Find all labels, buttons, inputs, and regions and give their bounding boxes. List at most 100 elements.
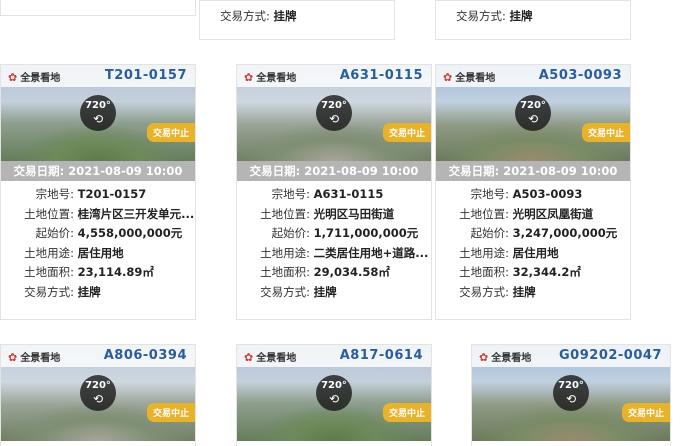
- parcel-no-value: T201-0157: [77, 187, 147, 201]
- rotate-icon: ⟲: [92, 392, 104, 406]
- card-info: 宗地号: A631-0115 土地位置: 光明区马田街道 起始价: 1,711,…: [237, 181, 431, 304]
- pano-degree-label: 720°: [85, 380, 111, 391]
- brand-name: 全景看地: [455, 73, 496, 84]
- brand-name: 全景看地: [256, 353, 297, 364]
- brand-icon: ✿: [244, 71, 254, 84]
- parcel-code-title: A631-0115: [339, 68, 423, 83]
- land-area-value: 23,114.89㎡: [77, 265, 154, 279]
- panorama-thumbnail[interactable]: ✿ 全景看地 A817-0614 720° ⟲ 交易中止: [237, 345, 431, 441]
- parcel-no-label: 宗地号:: [470, 187, 509, 201]
- trade-method-value: 挂牌: [273, 9, 297, 23]
- trade-date-bar: 交易日期: 2021-08-09 10:00: [436, 161, 630, 181]
- status-badge: 交易中止: [146, 403, 195, 422]
- listing-card[interactable]: ✿ 全景看地 A806-0394 720° ⟲ 交易中止: [0, 344, 196, 446]
- pano-degree-label: 720°: [558, 380, 584, 391]
- parcel-code-title: A817-0614: [339, 348, 423, 363]
- status-badge: 交易中止: [581, 123, 630, 142]
- location-value: 桂湾片区三开发单元...: [77, 206, 195, 221]
- listing-card[interactable]: ✿ 全景看地 T201-0157 720° ⟲ 交易中止 交易日期: 2021-0…: [0, 64, 196, 320]
- brand-name: 全景看地: [20, 73, 61, 84]
- brand-name: 全景看地: [491, 353, 532, 364]
- brand-icon: ✿: [8, 71, 18, 84]
- trade-date-bar: 交易日期: 2021-08-09 10:00: [1, 161, 195, 181]
- listing-card[interactable]: ✿ 全景看地 G09202-0047 720° ⟲ 交易中止: [471, 344, 671, 446]
- brand-icon: ✿: [479, 351, 489, 364]
- panorama-720-button[interactable]: 720° ⟲: [80, 375, 116, 411]
- rotate-icon: ⟲: [92, 112, 104, 126]
- trade-method-label: 交易方式:: [220, 9, 270, 23]
- thumbnail-header: ✿ 全景看地 A817-0614: [237, 345, 431, 367]
- start-price-label: 起始价:: [470, 226, 509, 240]
- trade-method-label: 交易方式:: [24, 284, 74, 299]
- status-badge: 交易中止: [382, 123, 431, 142]
- trade-method-label: 交易方式:: [260, 284, 310, 299]
- land-use-value: 居住用地: [77, 245, 124, 260]
- panorama-720-button[interactable]: 720° ⟲: [80, 95, 116, 131]
- thumbnail-header: ✿ 全景看地 T201-0157: [1, 65, 195, 87]
- panorama-thumbnail[interactable]: ✿ 全景看地 A806-0394 720° ⟲ 交易中止: [1, 345, 195, 441]
- panorama-720-button[interactable]: 720° ⟲: [515, 95, 551, 131]
- thumbnail-header: ✿ 全景看地 A806-0394: [1, 345, 195, 367]
- thumbnail-header: ✿ 全景看地 A503-0093: [436, 65, 630, 87]
- panorama-720-button[interactable]: 720° ⟲: [316, 375, 352, 411]
- brand-icon: ✿: [443, 71, 453, 84]
- location-value: 光明区凤凰街道: [512, 206, 594, 221]
- parcel-no-value: A631-0115: [313, 187, 384, 201]
- trade-method-value: 挂牌: [512, 284, 536, 299]
- rotate-icon: ⟲: [565, 392, 577, 406]
- card-info: 宗地号: T201-0157 土地位置: 桂湾片区三开发单元... 起始价: 4…: [1, 181, 195, 304]
- parcel-no-label: 宗地号:: [35, 187, 74, 201]
- panorama-thumbnail[interactable]: ✿ 全景看地 A631-0115 720° ⟲ 交易中止: [237, 65, 431, 161]
- listing-card-stub[interactable]: 交易方式: 挂牌: [199, 0, 395, 40]
- panorama-thumbnail[interactable]: ✿ 全景看地 A503-0093 720° ⟲ 交易中止: [436, 65, 630, 161]
- trade-method-value: 挂牌: [77, 284, 101, 299]
- panorama-720-button[interactable]: 720° ⟲: [553, 375, 589, 411]
- start-price-label: 起始价:: [35, 226, 74, 240]
- brand-icon: ✿: [8, 351, 18, 364]
- location-label: 土地位置:: [459, 206, 509, 221]
- status-badge: 交易中止: [146, 123, 195, 142]
- status-badge: 交易中止: [621, 403, 670, 422]
- land-use-value: 居住用地: [512, 245, 559, 260]
- trade-method-label: 交易方式:: [459, 284, 509, 299]
- panorama-thumbnail[interactable]: ✿ 全景看地 G09202-0047 720° ⟲ 交易中止: [472, 345, 670, 441]
- parcel-code-title: G09202-0047: [559, 348, 662, 363]
- listing-card[interactable]: ✿ 全景看地 A631-0115 720° ⟲ 交易中止 交易日期: 2021-0…: [236, 64, 432, 320]
- land-area-value: 32,344.2㎡: [512, 265, 581, 279]
- location-value: 光明区马田街道: [313, 206, 395, 221]
- panorama-720-button[interactable]: 720° ⟲: [316, 95, 352, 131]
- pano-degree-label: 720°: [520, 100, 546, 111]
- land-area-label: 土地面积:: [24, 265, 74, 279]
- thumbnail-header: ✿ 全景看地 A631-0115: [237, 65, 431, 87]
- land-area-value: 29,034.58㎡: [313, 265, 390, 279]
- listing-card-stub[interactable]: 交易方式: 挂牌: [435, 0, 631, 40]
- rotate-icon: ⟲: [527, 112, 539, 126]
- card-info: 宗地号: A503-0093 土地位置: 光明区凤凰街道 起始价: 3,247,…: [436, 181, 630, 304]
- land-use-label: 土地用途:: [260, 245, 310, 260]
- brand-logo: ✿ 全景看地: [8, 69, 60, 84]
- listing-card[interactable]: ✿ 全景看地 A817-0614 720° ⟲ 交易中止: [236, 344, 432, 446]
- trade-method-value: 挂牌: [509, 9, 533, 23]
- brand-logo: ✿ 全景看地: [443, 69, 495, 84]
- pano-degree-label: 720°: [321, 380, 347, 391]
- brand-logo: ✿ 全景看地: [8, 349, 60, 364]
- start-price-value: 3,247,000,000元: [512, 226, 618, 240]
- brand-logo: ✿ 全景看地: [244, 69, 296, 84]
- pano-degree-label: 720°: [321, 100, 347, 111]
- parcel-code-title: A503-0093: [538, 68, 622, 83]
- rotate-icon: ⟲: [328, 112, 340, 126]
- brand-logo: ✿ 全景看地: [479, 349, 531, 364]
- land-use-value: 二类居住用地+道路...: [313, 245, 429, 260]
- panorama-thumbnail[interactable]: ✿ 全景看地 T201-0157 720° ⟲ 交易中止: [1, 65, 195, 161]
- listing-card-stub[interactable]: [0, 0, 196, 16]
- start-price-value: 4,558,000,000元: [77, 226, 183, 240]
- parcel-no-label: 宗地号:: [271, 187, 310, 201]
- parcel-code-title: T201-0157: [104, 68, 187, 83]
- listing-card[interactable]: ✿ 全景看地 A503-0093 720° ⟲ 交易中止 交易日期: 2021-0…: [435, 64, 631, 320]
- status-badge: 交易中止: [382, 403, 431, 422]
- land-use-label: 土地用途:: [24, 245, 74, 260]
- brand-name: 全景看地: [20, 353, 61, 364]
- trade-method-value: 挂牌: [313, 284, 337, 299]
- trade-date-bar: 交易日期: 2021-08-09 10:00: [237, 161, 431, 181]
- pano-degree-label: 720°: [85, 100, 111, 111]
